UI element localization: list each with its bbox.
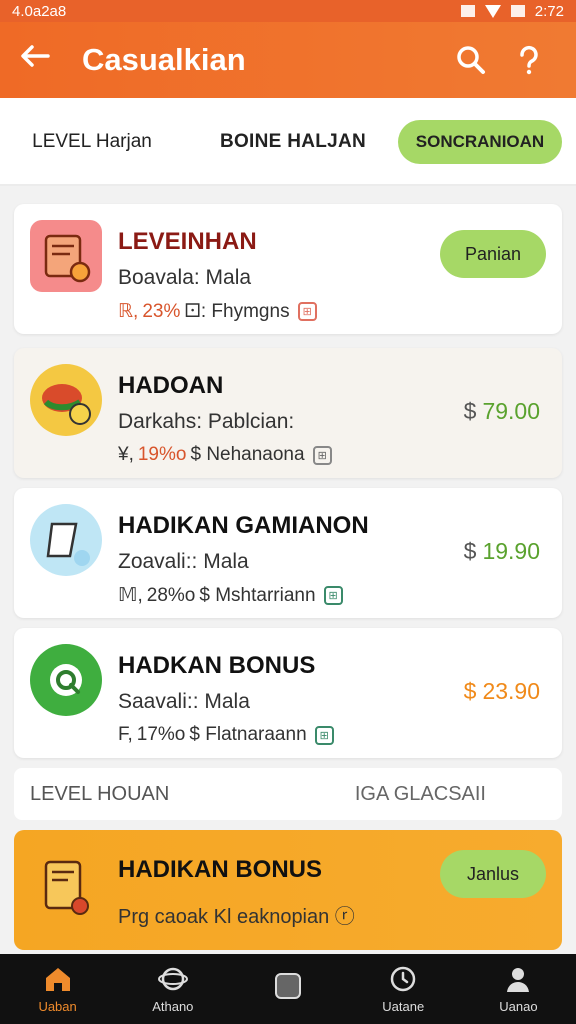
card-details: ℝ, 23% ⚀: Fhymgns ⊞ bbox=[118, 300, 317, 323]
card-subtitle: Boavala: Mala bbox=[118, 266, 252, 289]
promo-title: HADIKAN BONUS bbox=[118, 856, 322, 883]
deal-card-4[interactable]: HADKAN BONUS Saavali:: Mala F, 17%o $ Fl… bbox=[14, 628, 562, 758]
arrow-left-icon[interactable] bbox=[18, 39, 68, 82]
status-bar: 4.0a2a8 2:72 bbox=[0, 0, 576, 22]
card-details: F, 17%o $ Flatnaraann ⊞ bbox=[118, 724, 334, 746]
tag-icon: ⊞ bbox=[323, 586, 343, 605]
card-subtitle: Zoavali:: Mala bbox=[118, 550, 249, 573]
question-icon[interactable] bbox=[500, 44, 558, 76]
page-title: Casualkian bbox=[82, 42, 246, 77]
food-icon bbox=[30, 364, 102, 436]
signal-icon bbox=[460, 5, 475, 17]
nav-item-uatane[interactable]: Uatane bbox=[346, 954, 461, 1024]
battery-icon bbox=[510, 5, 525, 17]
tag-icon: ⊞ bbox=[297, 302, 317, 321]
bonus-icon bbox=[30, 852, 102, 924]
nav-item-middle[interactable] bbox=[230, 954, 345, 1024]
tag-icon: ⊞ bbox=[314, 725, 334, 745]
card-price: $19.90 bbox=[463, 538, 540, 564]
tab-boine-haljan[interactable]: BOINE HALJAN bbox=[208, 120, 378, 164]
card-price: $23.90 bbox=[463, 678, 540, 704]
card-title: HADKAN BONUS bbox=[118, 652, 316, 679]
tab-soncranioan[interactable]: SONCRANIOAN bbox=[398, 120, 562, 164]
user-icon bbox=[507, 967, 530, 992]
card-title: LEVEINHAN bbox=[118, 228, 257, 255]
card-details: ¥, 19%o $ Nehanaona ⊞ bbox=[118, 444, 332, 466]
card-subtitle: Saavali:: Mala bbox=[118, 690, 250, 713]
planet-icon bbox=[157, 967, 188, 990]
ticket-icon bbox=[30, 504, 102, 576]
home-icon bbox=[45, 967, 70, 991]
deal-card-1[interactable]: LEVEINHAN Boavala: Mala ℝ, 23% ⚀: Fhymgn… bbox=[14, 204, 562, 334]
nav-item-uanao[interactable]: Uanao bbox=[461, 954, 576, 1024]
nav-item-athano[interactable]: Athano bbox=[115, 954, 230, 1024]
nav-item-home[interactable]: Uaban bbox=[0, 954, 115, 1024]
tab-level-harjan[interactable]: LEVEL Harjan bbox=[12, 120, 172, 164]
gift-icon bbox=[30, 644, 102, 716]
card-subtitle: Darkahs: Pablcian: bbox=[118, 410, 295, 433]
level-row[interactable]: LEVEL HOUAN IGA GLACSAII bbox=[14, 768, 562, 820]
card-details: 𝕄, 28%o $ Mshtarriann ⊞ bbox=[118, 584, 343, 607]
bottom-nav: Uaban Athano Uatane Uanao bbox=[0, 954, 576, 1024]
level-row-left: LEVEL HOUAN bbox=[30, 782, 170, 805]
coupon-icon bbox=[30, 220, 102, 292]
square-icon bbox=[275, 973, 301, 999]
card-title: HADOAN bbox=[118, 372, 224, 399]
promo-action-button[interactable]: Janlus bbox=[440, 850, 546, 898]
search-icon[interactable] bbox=[442, 44, 500, 76]
deal-card-2[interactable]: HADOAN Darkahs: Pablcian: ¥, 19%o $ Neha… bbox=[14, 348, 562, 478]
app-bar: Casualkian bbox=[0, 22, 576, 98]
deal-card-3[interactable]: HADIKAN GAMIANON Zoavali:: Mala 𝕄, 28%o … bbox=[14, 488, 562, 618]
status-time: 2:72 bbox=[534, 2, 564, 20]
promo-subtitle: Prg caoak Kl eaknopian ⓡ bbox=[118, 906, 355, 928]
tag-icon: ⊞ bbox=[312, 445, 332, 465]
status-left-text: 4.0a2a8 bbox=[12, 2, 67, 20]
card-price: $79.00 bbox=[463, 398, 540, 424]
level-row-right: IGA GLACSAII bbox=[354, 782, 486, 805]
card-title: HADIKAN GAMIANON bbox=[118, 512, 369, 539]
promo-card[interactable]: HADIKAN BONUS Prg caoak Kl eaknopian ⓡ J… bbox=[14, 830, 562, 950]
clock-icon bbox=[390, 966, 416, 991]
tab-bar: LEVEL Harjan BOINE HALJAN SONCRANIOAN bbox=[0, 98, 576, 283]
wifi-icon bbox=[484, 4, 501, 18]
card-action-button[interactable]: Panian bbox=[440, 230, 546, 278]
